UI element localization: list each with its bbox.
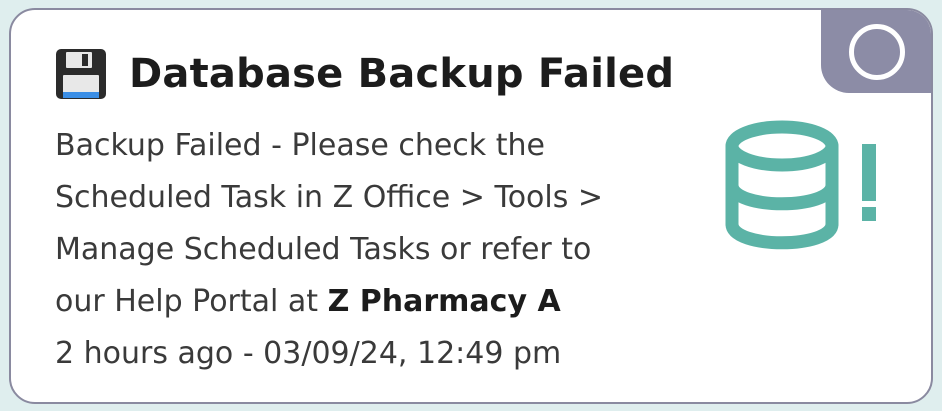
- database-alert-icon: [725, 120, 876, 250]
- message-line: Scheduled Task in Z Office > Tools >: [55, 180, 604, 215]
- notification-message: Backup Failed - Please check the Schedul…: [55, 120, 715, 328]
- notification-timestamp: 2 hours ago - 03/09/24, 12:49 pm: [55, 336, 562, 371]
- message-line: Manage Scheduled Tasks or refer to: [55, 232, 592, 267]
- title-row: Database Backup Failed: [55, 46, 674, 102]
- corner-toggle[interactable]: [821, 10, 931, 93]
- message-prefix: our Help Portal at: [55, 284, 328, 319]
- message-line-last: our Help Portal at Z Pharmacy A: [55, 276, 715, 328]
- message-line: Backup Failed - Please check the: [55, 128, 545, 163]
- notification-title: Database Backup Failed: [129, 51, 675, 97]
- circle-icon[interactable]: [849, 24, 905, 80]
- floppy-disk-icon: [56, 49, 106, 99]
- help-portal-link[interactable]: Z Pharmacy A: [328, 284, 561, 319]
- notification-card[interactable]: Database Backup Failed Backup Failed - P…: [9, 8, 933, 404]
